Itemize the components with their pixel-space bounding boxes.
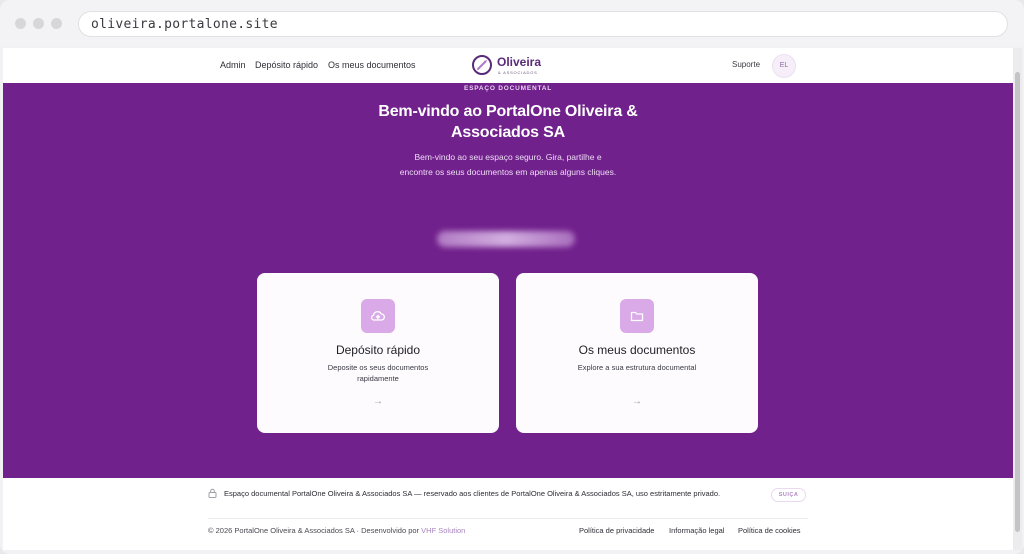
nav-admin-link[interactable]: Admin [220, 60, 246, 70]
browser-toolbar: oliveira.portalone.site [0, 0, 1024, 46]
copyright-text: © 2026 PortalOne Oliveira & Associados S… [208, 526, 420, 535]
country-badge: SUIÇA [771, 488, 806, 502]
logo-mark-icon [472, 55, 492, 75]
folder-icon-glyph [630, 311, 644, 322]
arrow-right-icon: → [373, 396, 383, 407]
quick-deposit-card[interactable]: Depósito rápido Deposite os seus documen… [257, 273, 499, 433]
minimize-window-button[interactable] [33, 18, 44, 29]
blurred-placeholder [437, 231, 575, 247]
site-footer: Espaço documental PortalOne Oliveira & A… [3, 478, 1013, 550]
privacy-policy-link[interactable]: Política de privacidade [579, 526, 654, 535]
copyright: © 2026 PortalOne Oliveira & Associados S… [208, 526, 465, 535]
site-header: Admin Depósito rápido Os meus documentos… [3, 48, 1013, 83]
my-documents-card[interactable]: Os meus documentos Explore a sua estrutu… [516, 273, 758, 433]
my-documents-title: Os meus documentos [578, 343, 696, 357]
address-bar-url[interactable]: oliveira.portalone.site [91, 17, 278, 32]
folder-icon [620, 299, 654, 333]
cloud-upload-icon-glyph [371, 311, 385, 321]
nav-quick-deposit-link[interactable]: Depósito rápido [255, 60, 318, 70]
hero-section: ESPAÇO DOCUMENTAL Bem-vindo ao PortalOne… [3, 83, 1013, 478]
privacy-notice: Espaço documental PortalOne Oliveira & A… [224, 489, 721, 498]
arrow-right-icon: → [632, 396, 642, 407]
nav-my-documents-link[interactable]: Os meus documentos [328, 60, 416, 70]
logo-subtitle: & Associados [498, 70, 538, 75]
developer-link[interactable]: VHF Solution [421, 526, 465, 535]
quick-deposit-description: Deposite os seus documentos rapidamente [327, 363, 429, 383]
maximize-window-button[interactable] [51, 18, 62, 29]
page-title: Bem-vindo ao PortalOne Oliveira & Associ… [378, 103, 638, 141]
page-scrollbar[interactable] [1013, 48, 1022, 550]
hero-subtitle: Bem-vindo ao seu espaço seguro. Gira, pa… [399, 152, 617, 177]
hero-eyebrow: ESPAÇO DOCUMENTAL [463, 85, 553, 92]
close-window-button[interactable] [15, 18, 26, 29]
browser-window: oliveira.portalone.site Admin Depósito r… [0, 0, 1024, 554]
scrollbar-thumb[interactable] [1015, 72, 1020, 532]
page-viewport: Admin Depósito rápido Os meus documentos… [3, 48, 1013, 550]
logo-name: Oliveira [497, 55, 542, 69]
logo[interactable]: Oliveira & Associados [471, 53, 551, 79]
cookie-policy-link[interactable]: Política de cookies [738, 526, 801, 535]
cloud-upload-icon [361, 299, 395, 333]
support-link[interactable]: Suporte [732, 60, 760, 69]
address-bar[interactable]: oliveira.portalone.site [78, 11, 1008, 37]
user-avatar[interactable]: EL [772, 54, 796, 78]
quick-deposit-title: Depósito rápido [335, 343, 421, 357]
lock-icon [208, 488, 217, 498]
my-documents-description: Explore a sua estrutura documental [577, 363, 697, 372]
footer-divider [208, 518, 808, 519]
legal-info-link[interactable]: Informação legal [669, 526, 724, 535]
